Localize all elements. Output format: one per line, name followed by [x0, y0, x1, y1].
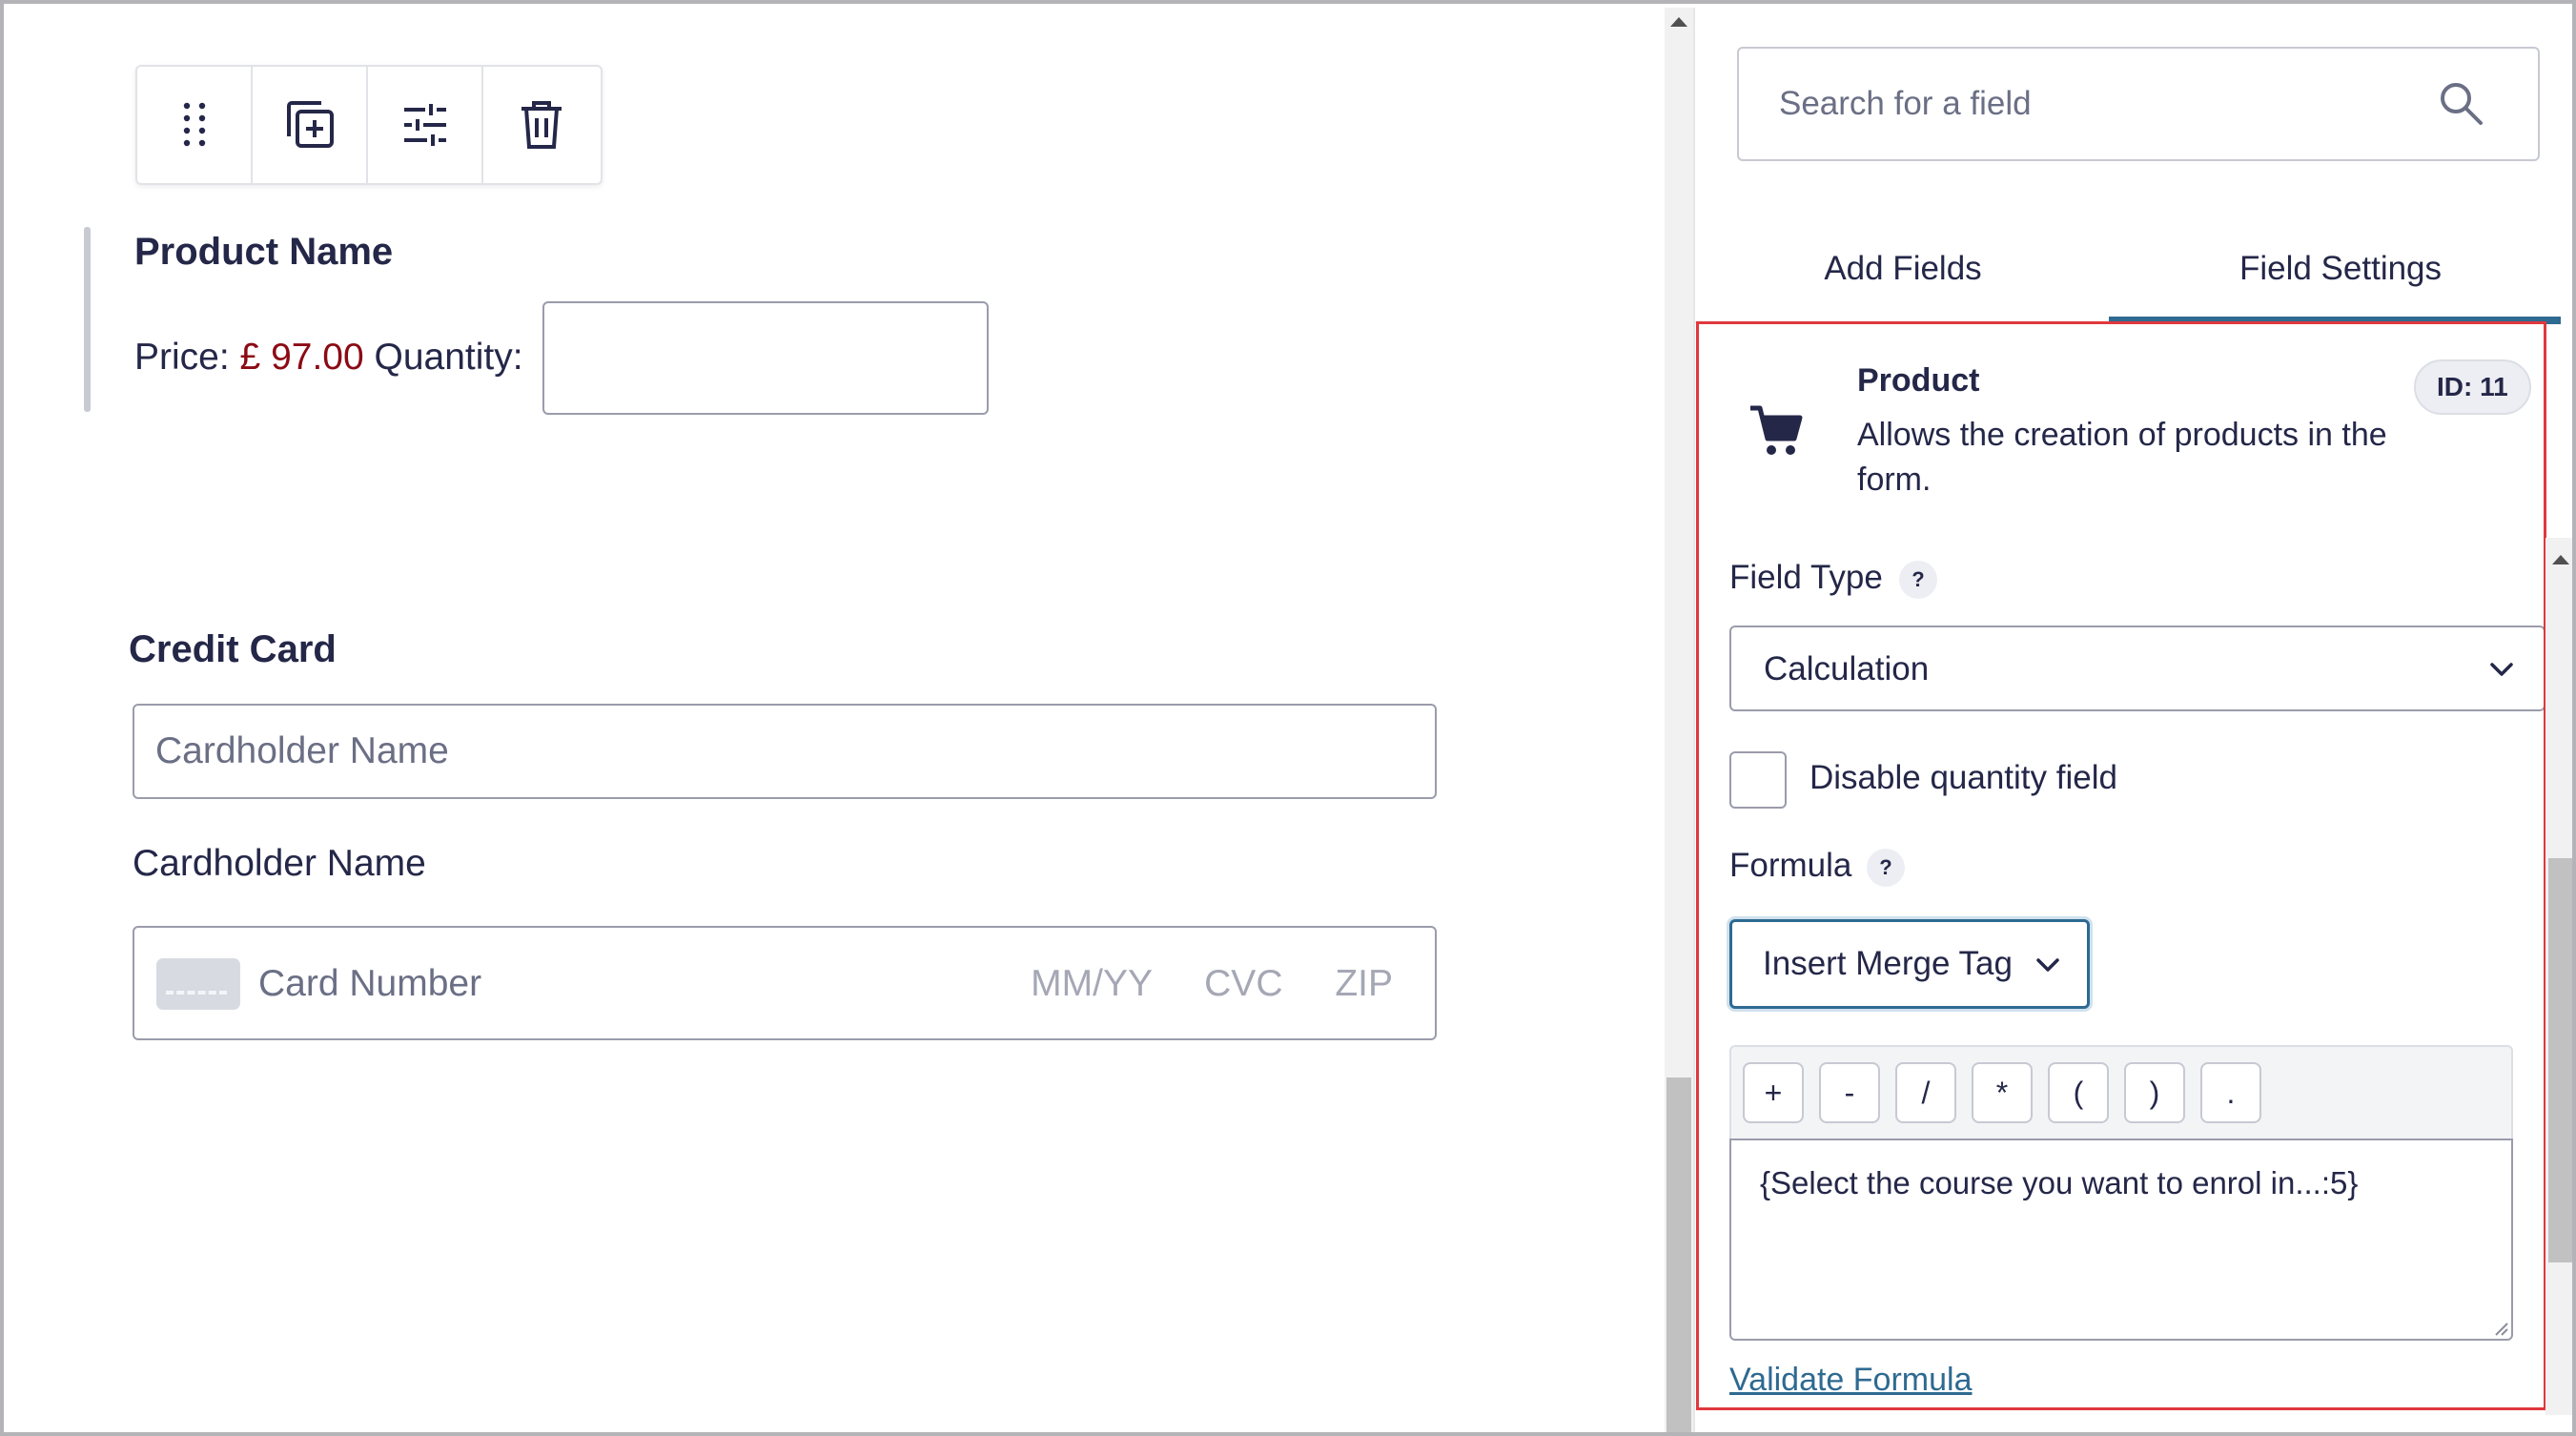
formula-textarea[interactable]: {Select the course you want to enrol in.…: [1729, 1139, 2513, 1341]
cardholder-name-sublabel: Cardholder Name: [133, 843, 426, 884]
price-row: Price: £ 97.00 Quantity:: [134, 337, 523, 379]
credit-card-icon: [156, 958, 240, 1010]
operator-decimal-button[interactable]: .: [2200, 1062, 2261, 1123]
formula-label: Formula: [1729, 847, 1852, 884]
tab-add-fields[interactable]: Add Fields: [1695, 213, 2111, 325]
field-type-label: Field Type: [1729, 559, 1883, 596]
canvas-scroll-thumb[interactable]: [1666, 1077, 1691, 1432]
price-label: Price:: [134, 337, 230, 378]
form-canvas: Product Name Price: £ 97.00 Quantity: Cr…: [8, 8, 1665, 1432]
field-id-badge: ID: 11: [2414, 359, 2531, 415]
chevron-down-icon: [2490, 663, 2513, 676]
card-number-input[interactable]: Card Number MM/YY CVC ZIP: [133, 926, 1437, 1040]
operator-minus-button[interactable]: -: [1819, 1062, 1880, 1123]
field-type-value: Calculation: [1764, 650, 1930, 687]
field-info-description: Allows the creation of products in the f…: [1857, 417, 2387, 498]
operator-open-paren-button[interactable]: (: [2048, 1062, 2109, 1123]
field-search: [1737, 47, 2540, 161]
shopping-cart-icon: [1750, 405, 1803, 455]
sliders-icon: [403, 104, 446, 146]
panel-scroll-thumb[interactable]: [2548, 858, 2572, 1262]
cvc-placeholder: CVC: [1204, 963, 1283, 1004]
trash-icon: [521, 101, 562, 149]
scroll-up-arrow-icon[interactable]: [1670, 17, 1687, 27]
operator-close-paren-button[interactable]: ): [2124, 1062, 2185, 1123]
field-toolbar: [135, 65, 603, 185]
operator-plus-button[interactable]: +: [1743, 1062, 1804, 1123]
operator-multiply-button[interactable]: *: [1972, 1062, 2033, 1123]
quantity-input[interactable]: [542, 301, 989, 415]
merge-tag-select-value: Insert Merge Tag: [1763, 945, 2013, 982]
field-info-title: Product: [1857, 362, 1980, 399]
duplicate-icon: [286, 101, 334, 148]
quantity-label: Quantity:: [374, 337, 523, 378]
formula-help-icon[interactable]: ?: [1867, 849, 1905, 887]
credit-card-field-label: Credit Card: [129, 628, 337, 670]
app-frame: Product Name Price: £ 97.00 Quantity: Cr…: [0, 0, 2576, 1436]
cardholder-name-placeholder: Cardholder Name: [155, 730, 449, 771]
scroll-up-arrow-icon[interactable]: [2552, 555, 2569, 564]
panel-tabs: Add Fields Field Settings: [1695, 213, 2561, 325]
formula-operator-bar: + - / * ( ) .: [1729, 1045, 2513, 1139]
card-number-placeholder: Card Number: [258, 963, 482, 1004]
card-extra-fields: MM/YY CVC ZIP: [989, 963, 1393, 1005]
zip-placeholder: ZIP: [1335, 963, 1393, 1004]
selected-field-indicator: [84, 227, 91, 412]
settings-panel: Add Fields Field Settings Product Allows…: [1695, 8, 2561, 1432]
drag-handle-button[interactable]: [137, 67, 253, 183]
field-type-help-icon[interactable]: ?: [1899, 561, 1937, 599]
product-field-label: Product Name: [134, 231, 394, 273]
disable-quantity-label[interactable]: Disable quantity field: [1809, 759, 2117, 797]
validate-formula-link[interactable]: Validate Formula: [1729, 1362, 1973, 1399]
canvas-scrollbar[interactable]: [1665, 8, 1693, 1432]
chevron-down-icon: [2036, 958, 2059, 972]
search-icon[interactable]: [2437, 79, 2484, 127]
duplicate-field-button[interactable]: [253, 67, 368, 183]
disable-quantity-checkbox[interactable]: [1729, 751, 1787, 809]
tab-field-settings[interactable]: Field Settings: [2111, 213, 2561, 325]
active-tab-indicator: [2109, 317, 2561, 324]
field-settings-button[interactable]: [368, 67, 483, 183]
price-value: £ 97.00: [239, 337, 364, 378]
operator-divide-button[interactable]: /: [1895, 1062, 1956, 1123]
expiry-placeholder: MM/YY: [1031, 963, 1153, 1004]
insert-merge-tag-select[interactable]: Insert Merge Tag: [1729, 919, 2090, 1009]
search-input[interactable]: [1739, 49, 2464, 159]
cardholder-name-input[interactable]: Cardholder Name: [133, 704, 1437, 799]
drag-dots-icon: [183, 102, 205, 147]
resize-grip-icon[interactable]: [2492, 1320, 2509, 1337]
field-type-select[interactable]: Calculation: [1729, 626, 2545, 711]
delete-field-button[interactable]: [483, 67, 599, 183]
panel-scrollbar[interactable]: [2545, 538, 2572, 1415]
